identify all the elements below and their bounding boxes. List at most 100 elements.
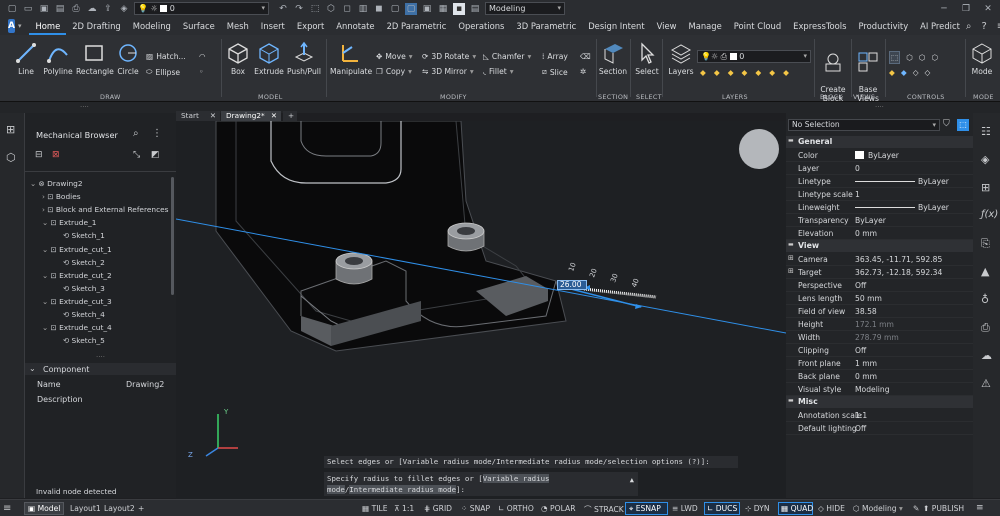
quad-toggle[interactable]: ▦ QUAD [781,504,813,513]
close-icon[interactable]: ✕ [982,3,994,15]
tree-scrollbar[interactable] [171,177,174,295]
esnap-toggle[interactable]: ⌖ ESNAP [629,504,661,514]
donut-button[interactable]: ◦ [199,67,203,76]
push-pull-button[interactable]: Push/Pull [286,41,322,76]
grid-toggle[interactable]: ⋕ GRID [424,504,452,513]
tab-point-cloud[interactable]: Point Cloud [728,17,787,35]
close-icon[interactable]: ✕ [271,111,277,121]
property-row[interactable]: Front plane 1 mm [786,357,973,370]
tab-modeling[interactable]: Modeling [127,17,177,35]
bulb-icon[interactable]: ♁ [981,293,989,306]
fillet-button[interactable]: ◟ Fillet ▾ [483,67,514,76]
grip-icon[interactable]: ···· [80,103,89,111]
box-view-icon[interactable]: ▢ [389,3,401,15]
property-row[interactable]: Linetype scale 1 [786,188,973,201]
chevron-icon[interactable]: ⌄ [42,323,51,332]
new-file-icon[interactable]: ▢ [6,3,18,15]
warning-icon[interactable]: ⚠ [981,377,991,390]
tree-item[interactable]: ⌄ ⊡ Extrude_cut_1 [42,245,112,254]
tree-item[interactable]: ⟲ Sketch_5 [63,336,105,345]
filter-icon[interactable]: ⛉ [943,119,950,129]
maximize-icon[interactable]: ❐ [960,3,972,15]
option-variable-radius[interactable]: Variable radius [482,474,550,483]
layer-tool-6-icon[interactable]: ◆ [769,68,775,77]
property-row[interactable]: ⊞ Camera 363.45, -11.71, 592.85 [786,253,973,266]
palette-icon[interactable]: ▪ [453,2,465,15]
workspace-combo[interactable]: Modeling ▾ [485,2,565,15]
new-tab-button[interactable]: + [283,111,297,121]
save-as-icon[interactable]: ▤ [54,3,66,15]
select-button[interactable]: Select [634,41,660,76]
chevron-up-icon[interactable]: ▲ [630,475,634,486]
slice-button[interactable]: ⧄ Slice [542,67,568,77]
ortho-toggle[interactable]: ∟ ORTHO [498,504,534,513]
tree-item[interactable]: › ⊡ Block and External References [42,205,169,214]
move-button[interactable]: ✥ Move ▾ [376,52,413,61]
component-header[interactable]: ⌄ Component [25,363,176,375]
add-layout-icon[interactable]: + [138,504,144,513]
collapse-icon[interactable]: ▬ [788,397,794,404]
box-button[interactable]: Box [226,41,250,76]
layers-panel-icon[interactable]: ◈ [981,153,989,166]
tab-annotate[interactable]: Annotate [330,17,380,35]
tab-insert[interactable]: Insert [255,17,291,35]
chevron-icon[interactable]: ⌄ [42,245,51,254]
control-c-icon[interactable]: ◇ [913,68,919,77]
layout2-tab[interactable]: Layout2 [104,504,135,513]
properties-icon[interactable]: ☷ [981,125,991,138]
line-button[interactable]: Line [14,41,38,76]
general-section-header[interactable]: ▬ General [786,136,973,148]
arc-button[interactable]: ◠ [199,52,206,61]
cloud-icon[interactable]: ☁ [86,3,98,15]
chevron-icon[interactable]: ⌄ [42,218,51,227]
3d-mirror-button[interactable]: ⇋ 3D Mirror ▾ [422,67,474,76]
tab-export[interactable]: Export [291,17,330,35]
layers-button[interactable]: Layers [666,41,696,76]
ribbon-layer-combo[interactable]: 💡☼ ⎙ 0 ▾ [697,50,811,63]
copy-button[interactable]: ❐ Copy ▾ [376,67,412,76]
property-row[interactable]: Field of view 38.58 [786,305,973,318]
tree-item[interactable]: ⟲ Sketch_4 [63,310,105,319]
layer-tool-7-icon[interactable]: ◆ [783,68,789,77]
property-row[interactable]: Transparency ByLayer [786,214,973,227]
ellipse-button[interactable]: ⬭ Ellipse [146,67,180,77]
view-cube-icon[interactable]: ⬚ [889,51,901,64]
chamfer-button[interactable]: ◺ Chamfer ▾ [483,52,531,61]
tab-expresstools[interactable]: ExpressTools [787,17,852,35]
redo-icon[interactable]: ↷ [293,3,305,15]
property-row[interactable]: ⊞ Target 362.73, -12.18, 592.34 [786,266,973,279]
tree-item[interactable]: ⌄ ⊡ Extrude_cut_3 [42,297,112,306]
annotation-icon[interactable]: ✎ [913,504,919,513]
attach-icon[interactable]: ⎘ [981,237,990,251]
circle-button[interactable]: Circle [116,41,140,76]
close-icon[interactable]: ✕ [210,111,216,121]
property-row[interactable]: Color ByLayer [786,149,973,162]
snap-toggle[interactable]: ⁘ SNAP [461,504,490,513]
iso-box2-icon[interactable]: ⬡ [919,53,926,62]
print-icon[interactable]: ⎙ [981,321,990,335]
rectangle-button[interactable]: Rectangle [76,41,114,76]
layer-state-icon[interactable]: ◈ [118,3,130,15]
app-menu-chevron-icon[interactable]: ▾ [18,22,22,30]
misc-section-header[interactable]: ▬ Misc [786,396,973,408]
tab-manage[interactable]: Manage [682,17,727,35]
control-b-icon[interactable]: ◆ [901,68,907,77]
array-button[interactable]: ⁞ Array [542,52,568,61]
property-row[interactable]: Visual style Modeling [786,383,973,396]
iso-box-icon[interactable]: ⬡ [906,53,913,62]
status-menu-icon[interactable]: ≡ [976,503,984,513]
property-row[interactable]: Clipping Off [786,344,973,357]
property-row[interactable]: Height 172.1 mm [786,318,973,331]
wireframe-icon[interactable]: ◻ [341,3,353,15]
layer-tool-4-icon[interactable]: ◆ [742,68,748,77]
expand-icon[interactable]: ◩ [151,150,160,160]
collapse-icon[interactable]: ▬ [788,137,794,144]
print-icon[interactable]: ⎙ [70,3,82,15]
control-d-icon[interactable]: ◇ [925,68,931,77]
tree-item[interactable]: ⌄ ⊗ Drawing2 [30,179,83,188]
tree-item[interactable]: ⌄ ⊡ Extrude_cut_4 [42,323,112,332]
option-intermediate-radius[interactable]: Intermediate radius mode [349,485,457,494]
search-icon[interactable]: ⌕ [966,21,972,32]
expand-icon[interactable]: ⊞ [788,254,794,262]
chevron-icon[interactable]: ⌄ [42,297,51,306]
